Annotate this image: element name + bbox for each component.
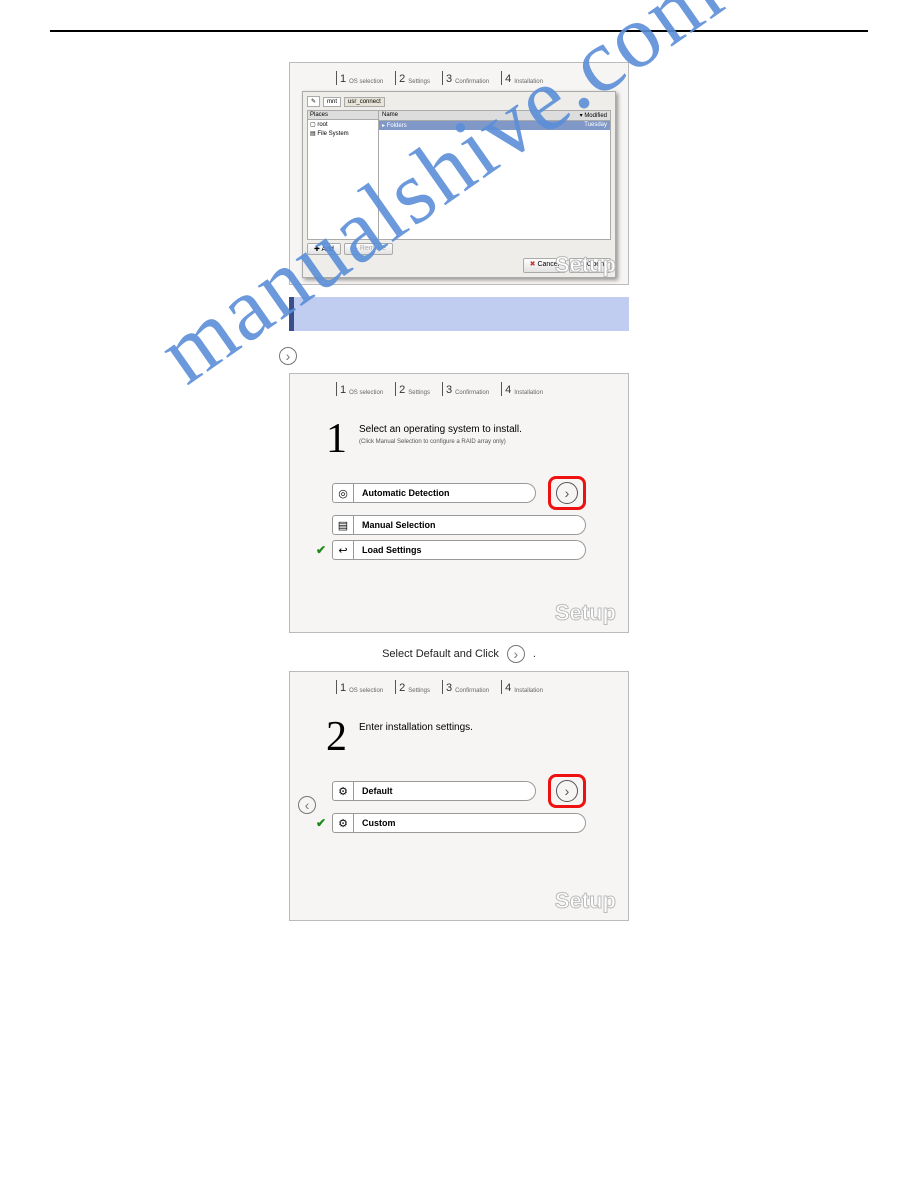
step-num: 1: [340, 73, 346, 85]
instruction-text: Select Default and Click: [382, 648, 499, 660]
step-bar: 1OS selection 2Settings 3Confirmation 4I…: [296, 678, 622, 700]
file-open-dialog: ✎ mnt usr_connect Places ▢ root ▤ File S…: [302, 91, 616, 278]
wizard-title: Select an operating system to install.: [359, 424, 522, 435]
screenshot-wizard-step1: 1OS selection 2Settings 3Confirmation 4I…: [289, 373, 629, 633]
step-big-number: 1: [326, 418, 347, 460]
load-icon: ↩: [332, 540, 354, 560]
callout-bar: [289, 297, 629, 331]
place-row[interactable]: ▢ root: [308, 120, 378, 129]
detect-icon: ◎: [332, 483, 354, 503]
step-num: 4: [505, 73, 511, 85]
places-panel: Places ▢ root ▤ File System: [307, 110, 379, 240]
instruction-text: .: [533, 648, 536, 660]
place-row[interactable]: ▤ File System: [308, 129, 378, 138]
step-label: Confirmation: [455, 79, 489, 85]
option-custom[interactable]: Custom: [354, 813, 586, 833]
gears-icon: ⚙: [332, 813, 354, 833]
remove-button: — Remove: [344, 243, 393, 255]
next-arrow-icon: [507, 645, 525, 663]
screenshot-wizard-step2: 1OS selection 2Settings 3Confirmation 4I…: [289, 671, 629, 921]
file-modified: Tuesday: [584, 122, 607, 129]
step-bar: 1OS selection 2Settings 3Confirmation 4I…: [296, 380, 622, 402]
step-num: 3: [446, 73, 452, 85]
option-manual-selection[interactable]: Manual Selection: [354, 515, 586, 535]
highlight-next-button: [548, 476, 586, 510]
setup-watermark: Setup: [555, 252, 616, 278]
next-arrow-icon[interactable]: [556, 482, 578, 504]
check-icon: ✔: [316, 816, 326, 830]
file-name: Folders: [387, 123, 407, 129]
place-label: root: [317, 122, 327, 128]
setup-watermark: Setup: [555, 888, 616, 914]
col-modified[interactable]: Modified: [584, 113, 607, 119]
setup-watermark: Setup: [555, 600, 616, 626]
col-name[interactable]: Name: [382, 112, 398, 119]
place-label: File System: [317, 131, 348, 137]
step-label: Settings: [408, 79, 430, 85]
wizard-title: Enter installation settings.: [359, 722, 473, 733]
top-rule: [50, 30, 868, 32]
wizard-subtitle: (Click Manual Selection to configure a R…: [359, 439, 522, 445]
places-header: Places: [308, 111, 378, 120]
step-label: OS selection: [349, 79, 383, 85]
prev-arrow-icon[interactable]: [298, 796, 316, 814]
next-arrow-icon: [279, 347, 297, 365]
check-icon: ✔: [316, 543, 326, 557]
add-button[interactable]: ✚ Add: [307, 243, 341, 255]
path-seg[interactable]: mnt: [323, 97, 341, 107]
file-list: Name ▾ Modified ▸ Folders Tuesday: [379, 110, 611, 240]
step-big-number: 2: [326, 716, 347, 758]
file-row-selected[interactable]: ▸ Folders Tuesday: [379, 121, 610, 130]
option-load-settings[interactable]: Load Settings: [354, 540, 586, 560]
gear-icon: ⚙: [332, 781, 354, 801]
step-num: 2: [399, 73, 405, 85]
step-bar: 1OS selection 2Settings 3Confirmation 4I…: [296, 69, 622, 91]
list-icon: ▤: [332, 515, 354, 535]
path-seg-current[interactable]: usr_connect: [344, 97, 385, 107]
highlight-next-button: [548, 774, 586, 808]
option-auto-detection[interactable]: Automatic Detection: [354, 483, 536, 503]
screenshot-file-dialog: 1OS selection 2Settings 3Confirmation 4I…: [289, 62, 629, 285]
edit-icon[interactable]: ✎: [307, 96, 320, 107]
step-label: Installation: [514, 79, 543, 85]
next-arrow-icon[interactable]: [556, 780, 578, 802]
option-default[interactable]: Default: [354, 781, 536, 801]
